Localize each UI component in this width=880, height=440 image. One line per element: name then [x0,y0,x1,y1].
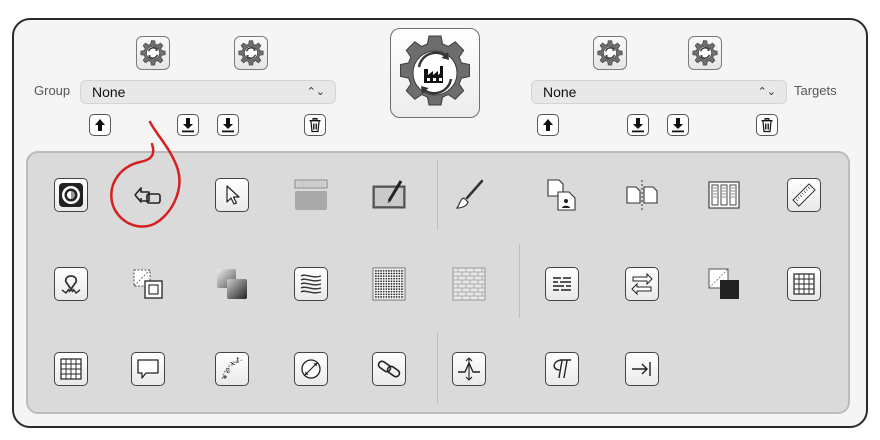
brick-pattern-icon [452,267,486,301]
left-download-button-1[interactable] [177,114,199,136]
tab-arrow-tool[interactable] [625,352,659,386]
tablet-pen-tool[interactable] [372,178,406,212]
left-gear-button-2[interactable] [234,36,268,70]
arrow-down-to-line-icon [220,117,236,133]
palette-separator [519,244,520,318]
pointer-arrow-tool[interactable] [215,178,249,212]
trash-icon [759,117,775,133]
chevron-up-down-icon: ⌃⌄ [306,86,325,98]
baseline-shift-tool[interactable] [452,352,486,386]
dashed-square-icon [133,269,163,299]
speech-bubble-icon [137,359,159,379]
grid-table-tool[interactable] [54,352,88,386]
split-document-tool[interactable] [625,178,659,212]
keyboard-strip-tool[interactable] [294,178,328,212]
grid-tool[interactable] [787,267,821,301]
right-trash-button[interactable] [756,114,778,136]
arrow-down-to-line-icon [630,117,646,133]
paintbrush-icon [455,179,484,209]
left-trash-button[interactable] [304,114,326,136]
pointer-arrow-icon [226,185,240,205]
document-user-icon [547,179,576,211]
speech-bubble-tool[interactable] [131,352,165,386]
text-lines-tool[interactable] [545,267,579,301]
arrow-down-to-line-icon [670,117,686,133]
ribbon-tool[interactable] [54,267,88,301]
right-download-button-1[interactable] [627,114,649,136]
back-arrow-box-tool[interactable] [131,178,165,212]
arrow-down-to-line-icon [180,117,196,133]
dot-pattern-icon [372,267,406,301]
paintbrush-tool[interactable] [452,178,486,212]
document-user-tool[interactable] [545,178,579,212]
group-label: Group [34,83,71,98]
corner-fill-icon [708,268,739,299]
svg-text:t: t [236,356,240,365]
dot-pattern-tool[interactable] [372,267,406,301]
arrow-up-icon [92,117,108,133]
circle-target-icon [59,183,83,207]
factory-gear-button[interactable] [390,28,480,118]
right-move-up-button[interactable] [537,114,559,136]
gear-arrows-icon [237,39,265,67]
palette-separator [437,160,438,230]
right-gear-button-2[interactable] [688,36,722,70]
arrow-up-icon [540,117,556,133]
right-download-button-2[interactable] [667,114,689,136]
factory-gear-icon [400,35,470,106]
group-select[interactable]: None ⌃⌄ [80,80,336,104]
palette-separator [437,332,438,404]
group-select-value: None [92,84,126,100]
gear-arrows-icon [596,39,624,67]
keyboard-strip-icon [294,179,328,210]
dashed-square-tool[interactable] [131,267,165,301]
corner-fill-tool[interactable] [707,267,741,301]
targets-select-value: None [543,84,577,100]
back-arrow-box-icon [134,187,161,204]
grid-table-icon [60,358,82,380]
chevron-up-down-icon: ⌃⌄ [757,86,776,98]
circle-diagonal-icon [301,359,321,379]
left-download-button-2[interactable] [217,114,239,136]
targets-select[interactable]: None ⌃⌄ [531,80,787,104]
text-lines-icon [553,277,571,291]
overlap-squares-tool[interactable] [215,267,249,301]
targets-label: Targets [794,83,837,98]
stacked-waves-tool[interactable] [294,267,328,301]
circle-target-tool[interactable] [54,178,88,212]
link-chain-icon [377,360,401,378]
ruler-tool[interactable] [787,178,821,212]
text-on-path-tool[interactable]: e x t [215,352,249,386]
left-gear-button-1[interactable] [136,36,170,70]
ribbon-icon [61,275,81,295]
left-move-up-button[interactable] [89,114,111,136]
brick-pattern-tool[interactable] [452,267,486,301]
link-chain-tool[interactable] [372,352,406,386]
swap-arrows-icon [631,272,653,296]
trash-icon [307,117,323,133]
circle-diagonal-tool[interactable] [294,352,328,386]
columns-tool[interactable] [707,178,741,212]
columns-icon [708,181,740,209]
gear-arrows-icon [139,39,167,67]
paragraph-tool[interactable] [545,352,579,386]
tab-arrow-icon [632,362,651,376]
ruler-icon [792,183,816,207]
overlap-squares-icon [217,269,247,299]
grid-icon [793,273,815,295]
baseline-shift-icon [458,357,480,381]
paragraph-icon [553,359,572,378]
split-document-icon [626,180,658,210]
swap-arrows-tool[interactable] [625,267,659,301]
tablet-pen-icon [372,180,406,209]
text-on-path-icon: e x t [221,356,243,380]
stacked-waves-icon [300,274,322,294]
right-gear-button-1[interactable] [593,36,627,70]
gear-arrows-icon [691,39,719,67]
